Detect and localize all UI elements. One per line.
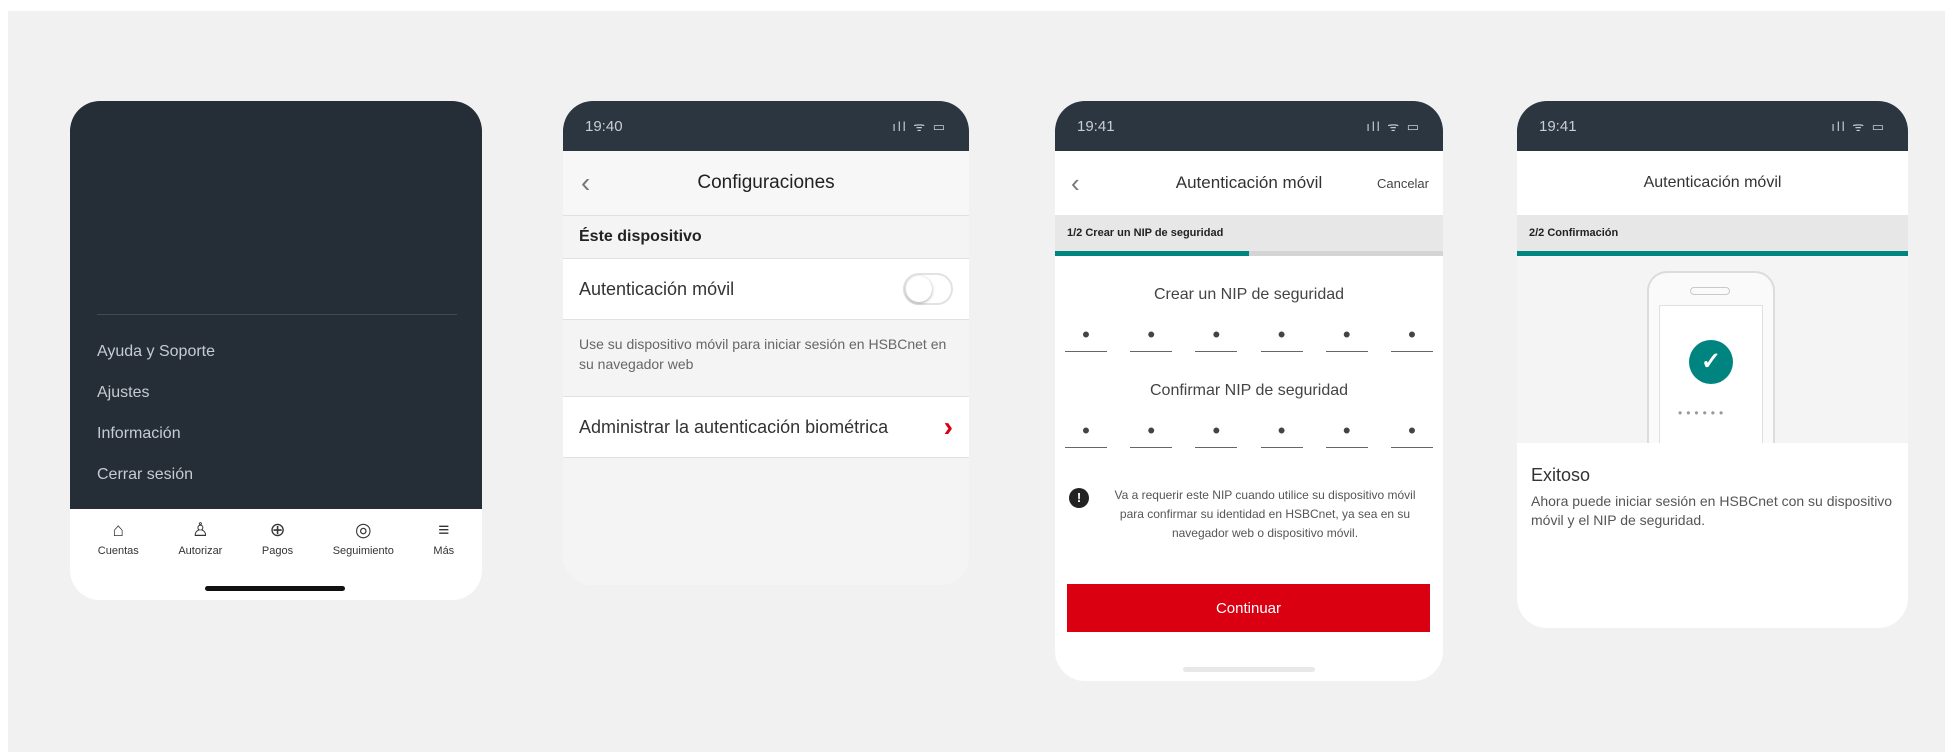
- phone-menu-screen: Ayuda y Soporte Ajustes Información Cerr…: [70, 101, 482, 600]
- chevron-right-icon: ›: [943, 411, 953, 442]
- tab-authorize[interactable]: ♙ Autorizar: [178, 509, 222, 569]
- menu-item-help[interactable]: Ayuda y Soporte: [97, 340, 215, 381]
- tracking-icon: ◎: [354, 520, 372, 541]
- menu-item-settings[interactable]: Ajustes: [97, 381, 215, 422]
- tab-label: Autorizar: [178, 545, 223, 557]
- pin-mask: ••••••: [1678, 406, 1728, 420]
- success-heading: Exitoso: [1531, 465, 1591, 485]
- status-bar: 19:40 ıll ᯤ ▭: [563, 101, 969, 151]
- step-indicator: 2/2 Confirmación: [1517, 215, 1908, 251]
- tab-label: Pagos: [261, 545, 294, 557]
- success-illustration: ✓ ••••••: [1517, 256, 1908, 443]
- menu-panel: Ayuda y Soporte Ajustes Información Cerr…: [70, 101, 482, 509]
- menu-divider: [97, 314, 457, 315]
- device-screen: ✓ ••••••: [1659, 305, 1763, 443]
- phone-illustration-icon: ✓ ••••••: [1647, 271, 1775, 443]
- menu-icon: ≡: [438, 520, 450, 541]
- step-indicator: 1/2 Crear un NIP de seguridad: [1055, 215, 1443, 251]
- create-pin-input[interactable]: • • • • • •: [1055, 324, 1443, 352]
- page-title: Autenticación móvil: [1643, 174, 1782, 191]
- menu-item-logout[interactable]: Cerrar sesión: [97, 463, 215, 504]
- tab-payments[interactable]: ⊕ Pagos: [262, 509, 293, 569]
- success-message: Exitoso Ahora puede iniciar sesión en HS…: [1517, 443, 1908, 552]
- pin-digit[interactable]: •: [1390, 420, 1433, 448]
- tab-label: Cuentas: [97, 545, 139, 557]
- speaker-icon: [1690, 287, 1730, 295]
- pin-digit[interactable]: •: [1130, 420, 1173, 448]
- status-bar: 19:41 ıll ᯤ ▭: [1055, 101, 1443, 151]
- mobile-auth-toggle[interactable]: [903, 273, 953, 305]
- page-title: Configuraciones: [697, 172, 835, 193]
- pin-digit[interactable]: •: [1195, 324, 1238, 352]
- confirm-pin-label: Confirmar NIP de seguridad: [1149, 382, 1349, 399]
- pin-digit[interactable]: •: [1260, 324, 1303, 352]
- empty-area: [563, 458, 969, 585]
- pin-digit[interactable]: •: [1390, 324, 1433, 352]
- menu-list: Ayuda y Soporte Ajustes Información Cerr…: [97, 340, 215, 504]
- pin-digit[interactable]: •: [1195, 420, 1238, 448]
- create-pin-label: Crear un NIP de seguridad: [1153, 286, 1345, 303]
- authorize-icon: ♙: [191, 520, 209, 541]
- accounts-icon: ⌂: [112, 520, 125, 541]
- status-time: 19:41: [1539, 117, 1577, 135]
- alert-icon: !: [1069, 488, 1089, 508]
- pin-digit[interactable]: •: [1065, 420, 1107, 448]
- payments-icon: ⊕: [269, 520, 286, 541]
- tab-label: Seguimiento: [332, 545, 394, 557]
- continue-button[interactable]: Continuar: [1067, 584, 1430, 632]
- signal-battery-icon: ıll ᯤ ▭: [1366, 119, 1421, 134]
- checkmark-icon: ✓: [1689, 340, 1733, 384]
- menu-item-info[interactable]: Información: [97, 422, 215, 463]
- back-chevron-icon[interactable]: ‹: [1071, 168, 1080, 199]
- signal-battery-icon: ıll ᯤ ▭: [1831, 119, 1886, 134]
- pin-digit[interactable]: •: [1130, 324, 1173, 352]
- success-text: Ahora puede iniciar sesión en HSBCnet co…: [1531, 493, 1893, 528]
- tab-more[interactable]: ≡ Más: [433, 509, 454, 569]
- mobile-auth-row: Autenticación móvil: [563, 259, 969, 319]
- toggle-knob: [906, 276, 932, 302]
- progress-bar: [1055, 251, 1443, 256]
- pin-digit[interactable]: •: [1260, 420, 1303, 448]
- pin-digit[interactable]: •: [1065, 324, 1107, 352]
- phone-settings-screen: 19:40 ıll ᯤ ▭ ‹ Configuraciones Éste dis…: [563, 101, 969, 585]
- status-time: 19:41: [1077, 117, 1115, 135]
- mobile-auth-description: Use su dispositivo móvil para iniciar se…: [563, 320, 969, 396]
- confirm-pin-input[interactable]: • • • • • •: [1055, 420, 1443, 448]
- tab-label: Más: [433, 545, 455, 557]
- info-note: ! Va a requerir este NIP cuando utilice …: [1055, 486, 1443, 543]
- mobile-auth-label: Autenticación móvil: [579, 278, 735, 299]
- signal-battery-icon: ıll ᯤ ▭: [892, 119, 947, 134]
- pin-digit[interactable]: •: [1325, 420, 1368, 448]
- cancel-button[interactable]: Cancelar: [1377, 176, 1429, 191]
- nav-bar: ‹ Configuraciones: [563, 151, 969, 215]
- back-chevron-icon[interactable]: ‹: [581, 167, 590, 199]
- tab-tracking[interactable]: ◎ Seguimiento: [333, 509, 394, 569]
- biometric-row[interactable]: Administrar la autenticación biométrica …: [563, 397, 969, 457]
- section-header: Éste dispositivo: [563, 216, 969, 258]
- pin-digit[interactable]: •: [1325, 324, 1368, 352]
- bottom-tab-bar: ⌂ Cuentas ♙ Autorizar ⊕ Pagos ◎ Seguimie…: [70, 509, 482, 569]
- status-time: 19:40: [585, 117, 623, 135]
- info-note-text: Va a requerir este NIP cuando utilice su…: [1114, 488, 1416, 540]
- home-indicator[interactable]: [205, 586, 345, 591]
- progress-fill: [1055, 251, 1249, 256]
- phone-create-pin-screen: 19:41 ıll ᯤ ▭ ‹ Autenticación móvil Canc…: [1055, 101, 1443, 681]
- biometric-label: Administrar la autenticación biométrica: [579, 416, 889, 437]
- phone-confirmation-screen: 19:41 ıll ᯤ ▭ Autenticación móvil 2/2 Co…: [1517, 101, 1908, 628]
- nav-bar: ‹ Autenticación móvil Cancelar: [1055, 151, 1443, 215]
- tab-accounts[interactable]: ⌂ Cuentas: [98, 509, 139, 569]
- status-bar: 19:41 ıll ᯤ ▭: [1517, 101, 1908, 151]
- home-indicator[interactable]: [1183, 667, 1315, 672]
